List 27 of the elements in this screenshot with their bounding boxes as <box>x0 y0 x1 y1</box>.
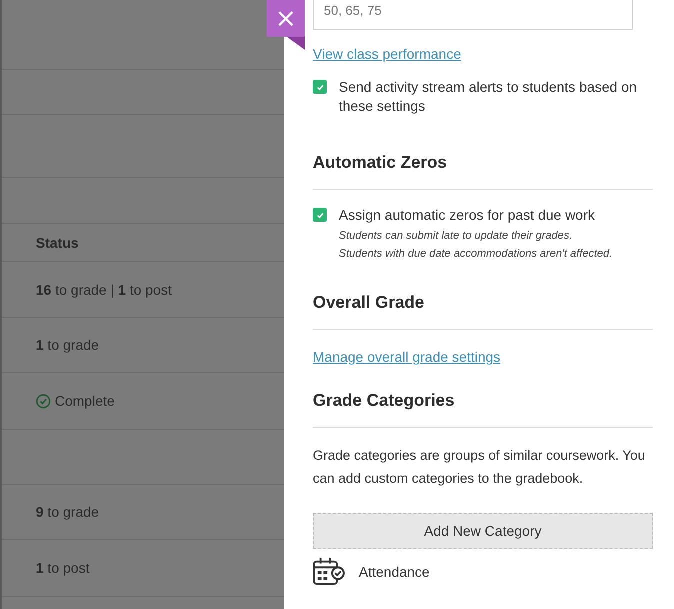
status-text: Complete <box>55 393 115 409</box>
status-text: 9 to grade <box>36 504 100 520</box>
help-text: Students can submit late to update their grades. <box>339 229 574 244</box>
calendar-icon <box>313 557 346 586</box>
input-field[interactable]: 50, 65, 75 <box>313 0 633 30</box>
checkbox[interactable] <box>313 80 327 94</box>
description-text: Grade categories are groups of similar coursework. You can add custom categories to the gradebook. <box>313 447 646 488</box>
manage-grade-link[interactable]: Manage overall grade settings <box>313 349 501 365</box>
checkbox[interactable] <box>313 208 327 222</box>
add-category-button[interactable]: Add New Category <box>313 513 653 549</box>
checkbox-label: Assign automatic zeros for past due work <box>339 206 596 225</box>
section-heading: Automatic Zeros <box>313 153 448 173</box>
check-circle-icon <box>36 394 51 408</box>
close-button[interactable]: × <box>267 0 305 37</box>
check-icon <box>316 82 324 92</box>
column-header: Status <box>36 234 79 250</box>
status-text: 16 to grade | 1 to post <box>36 282 172 298</box>
help-text: Students with due date accommodations aren't affected. <box>339 247 613 262</box>
fold-icon <box>287 37 305 50</box>
view-performance-link[interactable]: View class performance <box>313 46 462 62</box>
status-text: 1 to post <box>36 560 90 576</box>
section-heading: Overall Grade <box>313 293 426 313</box>
category-label[interactable]: Attendance <box>359 564 430 580</box>
checkbox-label: Send activity stream alerts to students based on these settings <box>339 78 638 116</box>
section-heading: Grade Categories <box>313 391 456 411</box>
check-icon <box>316 210 324 220</box>
status-text: 1 to grade <box>36 337 100 353</box>
